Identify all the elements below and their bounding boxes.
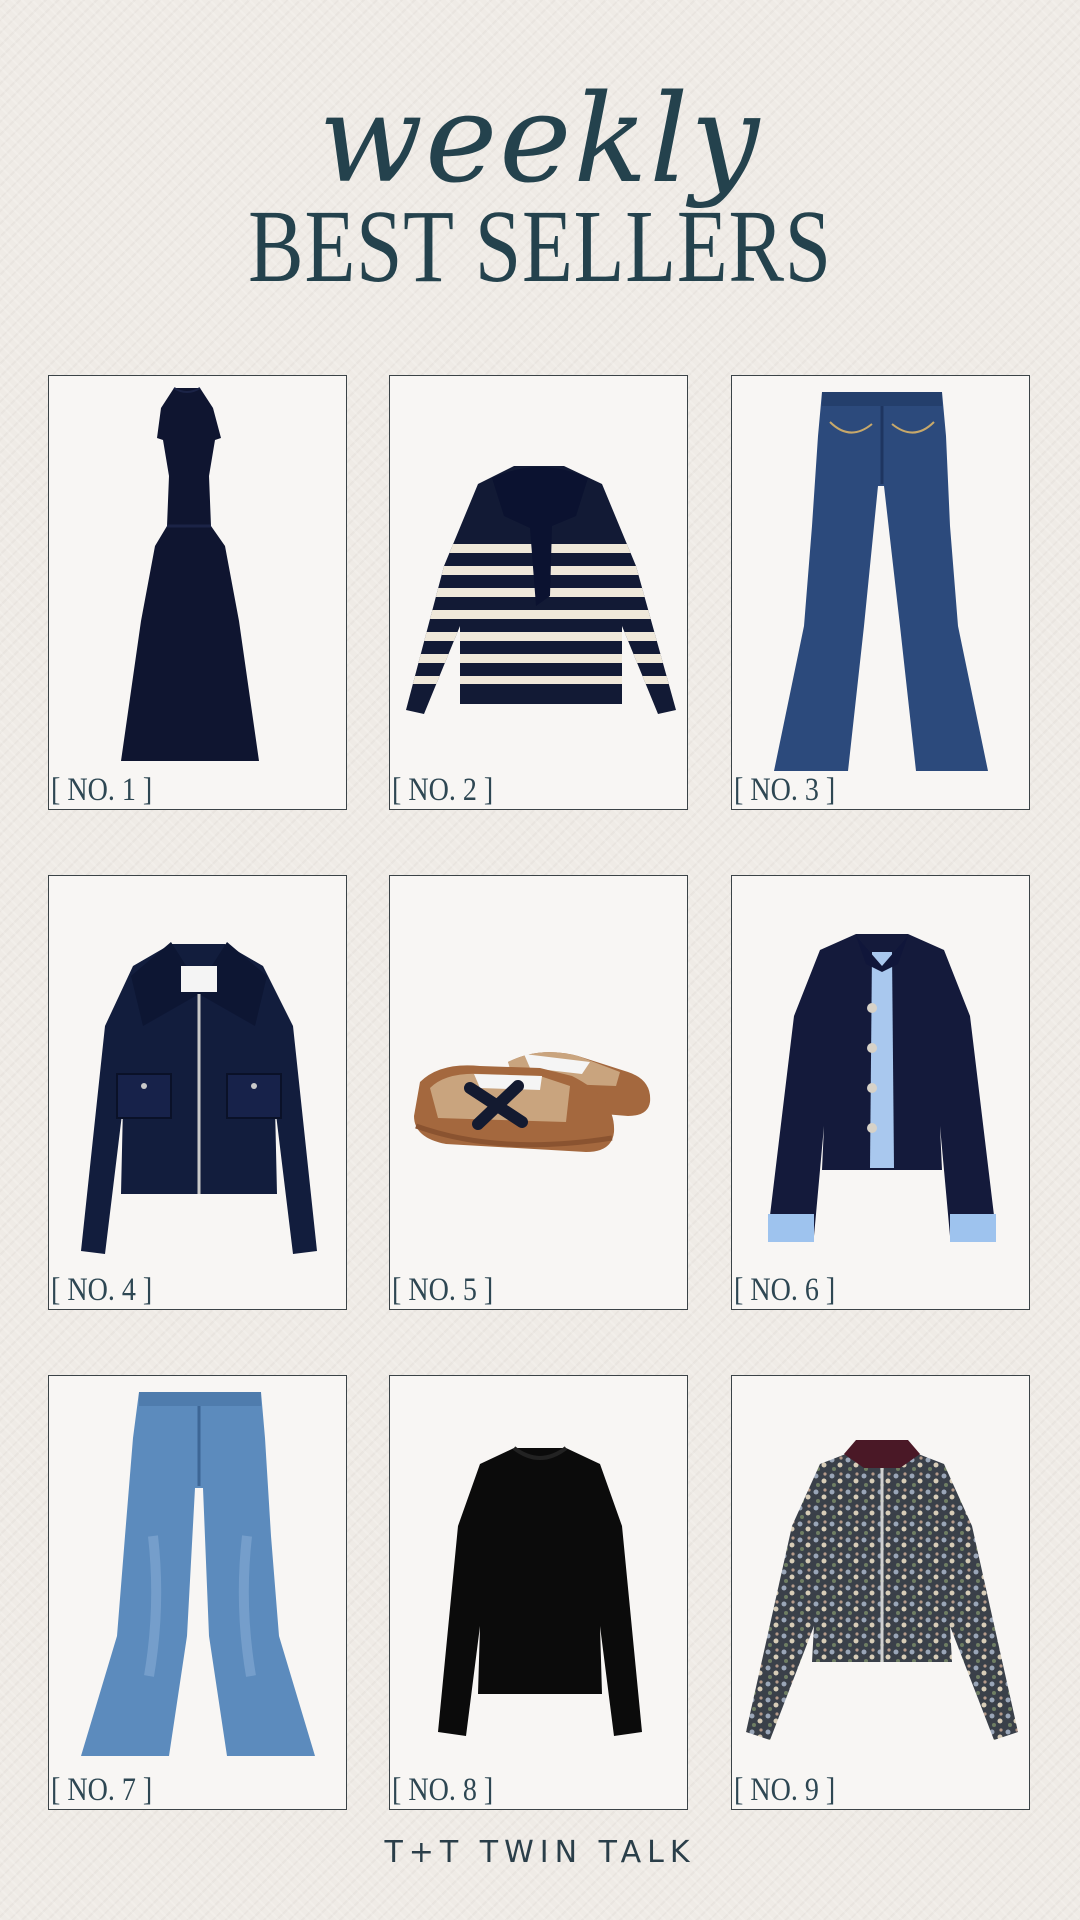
script-title: weekly bbox=[318, 68, 762, 210]
product-card-9[interactable]: [ NO. 9 ] bbox=[731, 1375, 1030, 1810]
black-sweater-icon bbox=[438, 1446, 642, 1736]
sneakers-icon bbox=[414, 1052, 651, 1152]
product-card-4[interactable]: [ NO. 4 ] bbox=[48, 875, 347, 1310]
brand-footer: T+T TWIN TALK bbox=[384, 1835, 696, 1870]
product-card-2[interactable]: [ NO. 2 ] bbox=[389, 375, 688, 810]
product-card-7[interactable]: [ NO. 7 ] bbox=[48, 1375, 347, 1810]
light-jeans-icon bbox=[81, 1392, 315, 1756]
product-label: [ NO. 6 ] bbox=[734, 1272, 836, 1308]
page-title: BEST SELLERS bbox=[248, 189, 832, 304]
striped-sweater-icon bbox=[406, 466, 676, 714]
product-card-5[interactable]: [ NO. 5 ] bbox=[389, 875, 688, 1310]
product-label: [ NO. 3 ] bbox=[734, 772, 836, 808]
product-label: [ NO. 7 ] bbox=[51, 1772, 153, 1808]
product-label: [ NO. 8 ] bbox=[392, 1772, 494, 1808]
dress-icon bbox=[121, 387, 259, 761]
flare-jeans-icon bbox=[774, 392, 988, 771]
product-label: [ NO. 4 ] bbox=[51, 1272, 153, 1308]
header: weekly BEST SELLERS bbox=[0, 40, 1080, 310]
product-label: [ NO. 5 ] bbox=[392, 1272, 494, 1308]
product-label: [ NO. 2 ] bbox=[392, 772, 494, 808]
product-label: [ NO. 9 ] bbox=[734, 1772, 836, 1808]
product-card-6[interactable]: [ NO. 6 ] bbox=[731, 875, 1030, 1310]
product-label: [ NO. 1 ] bbox=[51, 772, 153, 808]
floral-jacket-icon bbox=[746, 1440, 1018, 1740]
jacket-icon bbox=[81, 942, 317, 1254]
product-card-1[interactable]: [ NO. 1 ] bbox=[48, 375, 347, 810]
cardigan-icon bbox=[768, 934, 996, 1242]
product-card-8[interactable]: [ NO. 8 ] bbox=[389, 1375, 688, 1810]
product-card-3[interactable]: [ NO. 3 ] bbox=[731, 375, 1030, 810]
